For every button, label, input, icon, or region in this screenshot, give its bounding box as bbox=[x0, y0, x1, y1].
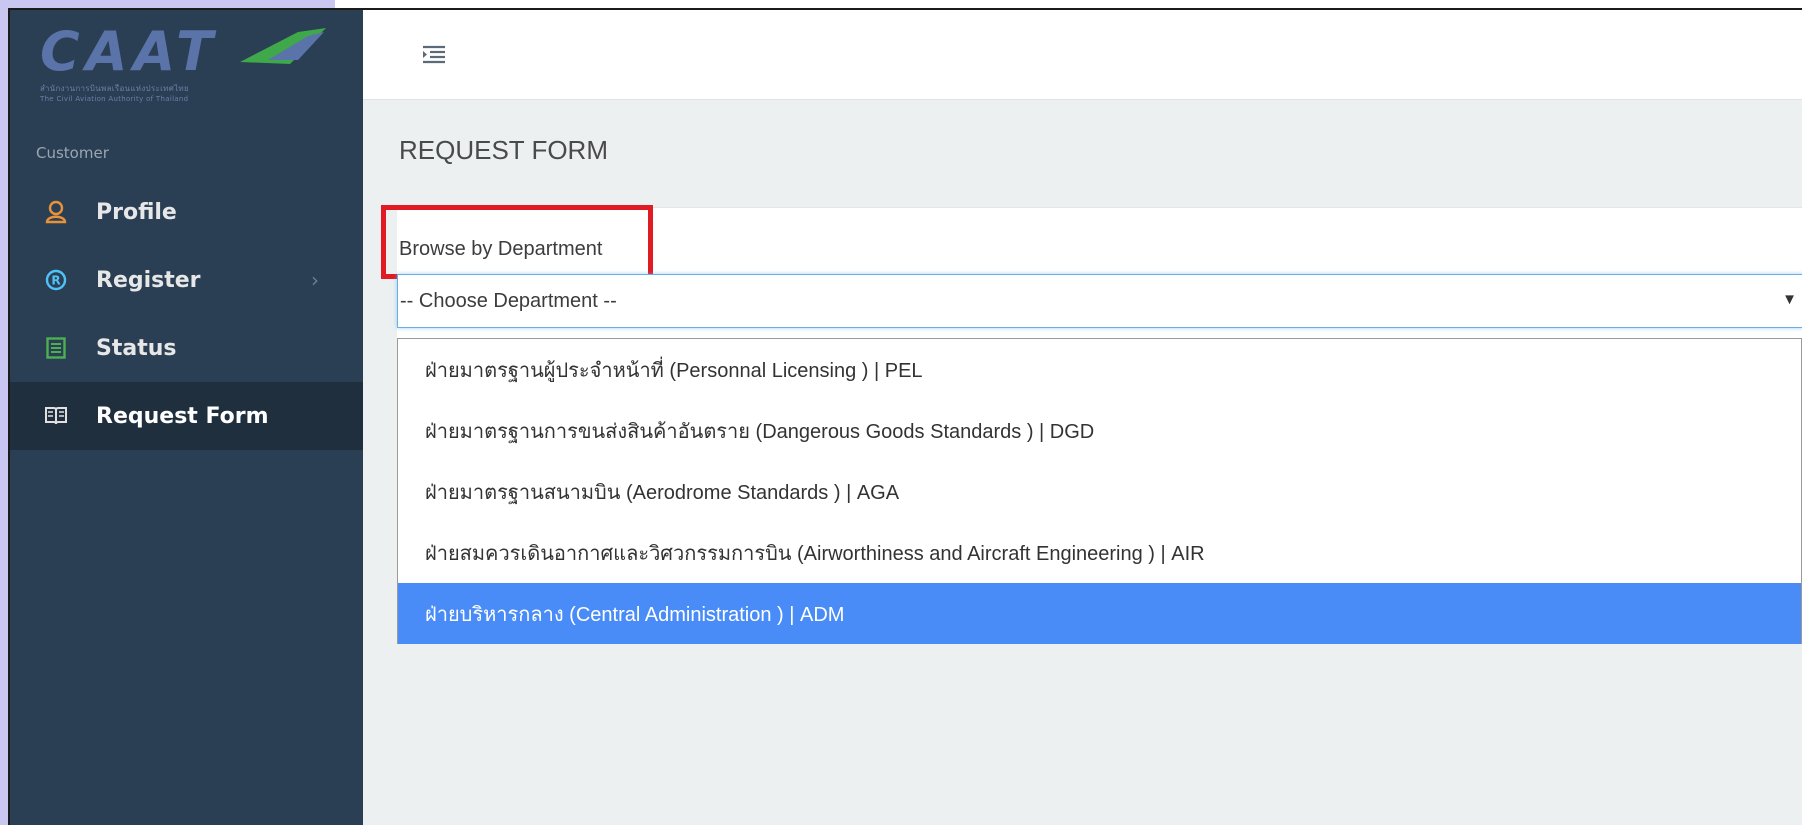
department-option-aga[interactable]: ฝ่ายมาตรฐานสนามบิน (Aerodrome Standards … bbox=[398, 461, 1801, 522]
sidebar-item-profile[interactable]: Profile bbox=[10, 178, 363, 246]
sidebar-item-label: Register bbox=[96, 267, 201, 293]
logo-swoosh-icon bbox=[240, 28, 326, 64]
dropdown-arrow-icon: ▼ bbox=[1782, 291, 1797, 308]
department-select-value: -- Choose Department -- bbox=[400, 289, 617, 312]
top-nav-bar bbox=[363, 10, 1802, 100]
svg-text:R: R bbox=[51, 274, 60, 288]
registered-icon: R bbox=[44, 268, 68, 292]
department-option-pel[interactable]: ฝ่ายมาตรฐานผู้ประจำหน้าที่ (Personnal Li… bbox=[398, 339, 1801, 400]
department-dropdown-list: ฝ่ายมาตรฐานผู้ประจำหน้าที่ (Personnal Li… bbox=[397, 338, 1802, 644]
sidebar: CAAT สำนักงานการบินพลเรือนแห่งประเทศไทย … bbox=[10, 10, 363, 825]
department-option-adm[interactable]: ฝ่ายบริหารกลาง (Central Administration )… bbox=[398, 583, 1801, 644]
logo-subtitle-thai: สำนักงานการบินพลเรือนแห่งประเทศไทย bbox=[40, 84, 189, 93]
sidebar-item-status[interactable]: Status bbox=[10, 314, 363, 382]
sidebar-item-register[interactable]: R Register › bbox=[10, 246, 363, 314]
logo-subtitle-english: The Civil Aviation Authority of Thailand bbox=[40, 95, 189, 103]
department-select[interactable]: -- Choose Department -- ▼ bbox=[397, 274, 1802, 328]
sidebar-section-label: Customer bbox=[36, 144, 109, 162]
department-option-air[interactable]: ฝ่ายสมควรเดินอากาศและวิศวกรรมการบิน (Air… bbox=[398, 522, 1801, 583]
sidebar-item-label: Status bbox=[96, 335, 177, 361]
page-title: REQUEST FORM bbox=[399, 135, 608, 165]
sidebar-item-request-form[interactable]: Request Form bbox=[10, 382, 363, 450]
screenshot-frame: CAAT สำนักงานการบินพลเรือนแห่งประเทศไทย … bbox=[0, 0, 1802, 825]
chevron-right-icon: › bbox=[311, 268, 319, 292]
menu-toggle-icon[interactable] bbox=[421, 44, 447, 64]
sidebar-item-label: Request Form bbox=[96, 403, 269, 429]
sidebar-item-label: Profile bbox=[96, 199, 177, 225]
user-icon bbox=[44, 200, 68, 224]
app-window: CAAT สำนักงานการบินพลเรือนแห่งประเทศไทย … bbox=[8, 8, 1802, 825]
list-icon bbox=[44, 336, 68, 360]
book-icon bbox=[44, 404, 68, 428]
department-field-label: Browse by Department bbox=[399, 238, 603, 260]
slide-background-strip bbox=[0, 0, 8, 825]
main-content: REQUEST FORM Browse by Department -- Cho… bbox=[363, 10, 1802, 825]
department-option-dgd[interactable]: ฝ่ายมาตรฐานการขนส่งสินค้าอันตราย (Danger… bbox=[398, 400, 1801, 461]
logo[interactable]: CAAT สำนักงานการบินพลเรือนแห่งประเทศไทย … bbox=[10, 10, 363, 114]
